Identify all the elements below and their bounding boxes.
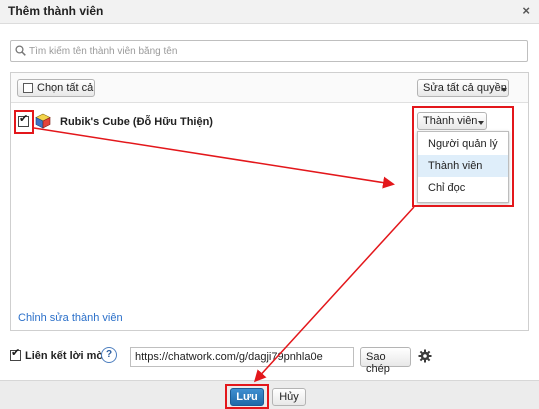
annotation-arrow-to-menu — [33, 127, 395, 189]
annotation-arrows — [33, 127, 415, 383]
add-member-dialog: Thêm thành viên × Chọn tất cả Sửa tất cả… — [0, 0, 539, 409]
annotation-arrow-to-save — [253, 206, 415, 383]
